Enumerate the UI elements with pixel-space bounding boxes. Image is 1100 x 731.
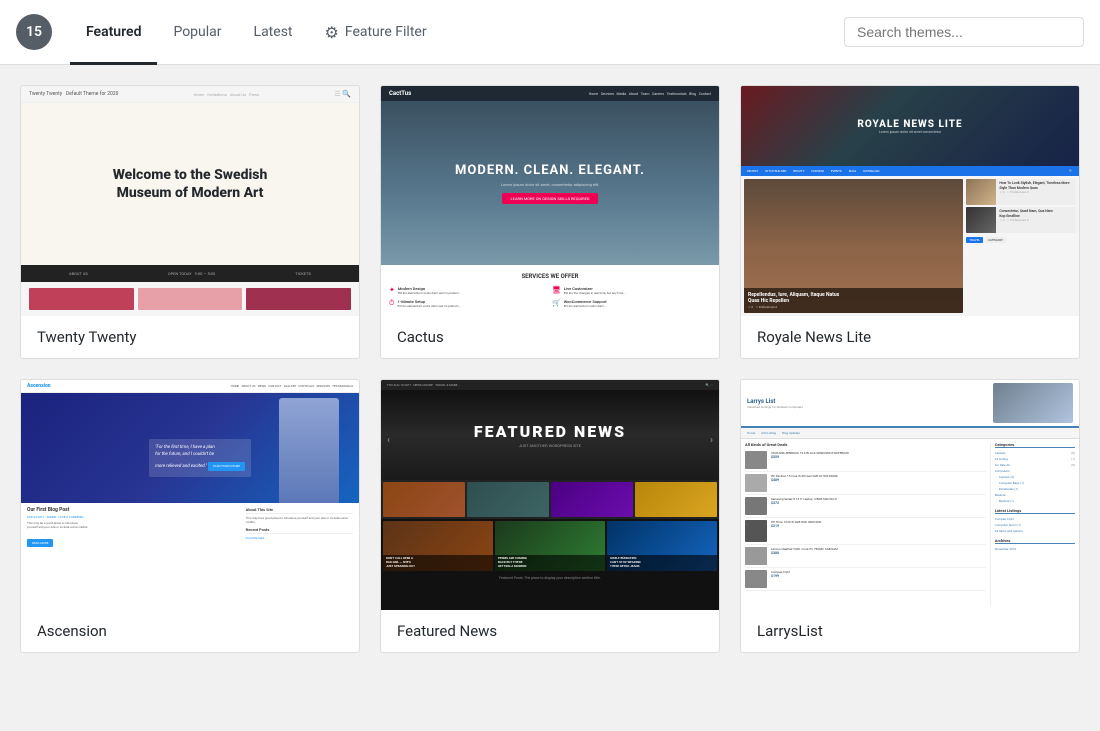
theme-preview-twenty-twenty: Twenty Twenty Default Theme for 2020 Hom… <box>21 86 359 316</box>
theme-count-badge: 15 <box>16 14 52 50</box>
theme-card-ascension[interactable]: Ascension HOME ABOUT US NEWS CONTACT GAL… <box>20 379 360 653</box>
theme-grid: Twenty Twenty Default Theme for 2020 Hom… <box>0 65 1100 673</box>
search-wrapper <box>844 17 1084 47</box>
feature-filter-label: Feature Filter <box>345 24 427 40</box>
gear-icon: ⚙ <box>325 23 339 42</box>
theme-card-larrys-list[interactable]: Larrys List Classified Listings for Sunb… <box>740 379 1080 653</box>
search-input[interactable] <box>844 17 1084 47</box>
theme-card-featured-news[interactable]: THU AUG 10 2017 NEWS ONLINE TRAVEL & MOR… <box>380 379 720 653</box>
theme-preview-royale: ROYALE NEWS LITE Lorem ipsum dolor sit a… <box>741 86 1079 316</box>
theme-preview-ascension: Ascension HOME ABOUT US NEWS CONTACT GAL… <box>21 380 359 610</box>
theme-preview-larrys-list: Larrys List Classified Listings for Sunb… <box>741 380 1079 610</box>
theme-name-larrys-list: LarrysList <box>741 610 1079 652</box>
theme-name-cactus: Cactus <box>381 316 719 358</box>
theme-card-royale-news-lite[interactable]: ROYALE NEWS LITE Lorem ipsum dolor sit a… <box>740 85 1080 359</box>
feature-filter-button[interactable]: ⚙ Feature Filter <box>309 23 443 42</box>
theme-name-twenty-twenty: Twenty Twenty <box>21 316 359 358</box>
tab-featured[interactable]: Featured <box>70 1 157 65</box>
theme-name-featured-news: Featured News <box>381 610 719 652</box>
tab-latest[interactable]: Latest <box>238 1 309 65</box>
theme-preview-cactus: CactTus Home Services Media About Team C… <box>381 86 719 316</box>
theme-preview-featured-news: THU AUG 10 2017 NEWS ONLINE TRAVEL & MOR… <box>381 380 719 610</box>
tab-list: Featured Popular Latest <box>70 0 309 64</box>
tab-popular[interactable]: Popular <box>157 1 237 65</box>
theme-name-royale: Royale News Lite <box>741 316 1079 358</box>
theme-card-twenty-twenty[interactable]: Twenty Twenty Default Theme for 2020 Hom… <box>20 85 360 359</box>
theme-name-ascension: Ascension <box>21 610 359 652</box>
theme-card-cactus[interactable]: CactTus Home Services Media About Team C… <box>380 85 720 359</box>
toolbar: 15 Featured Popular Latest ⚙ Feature Fil… <box>0 0 1100 65</box>
